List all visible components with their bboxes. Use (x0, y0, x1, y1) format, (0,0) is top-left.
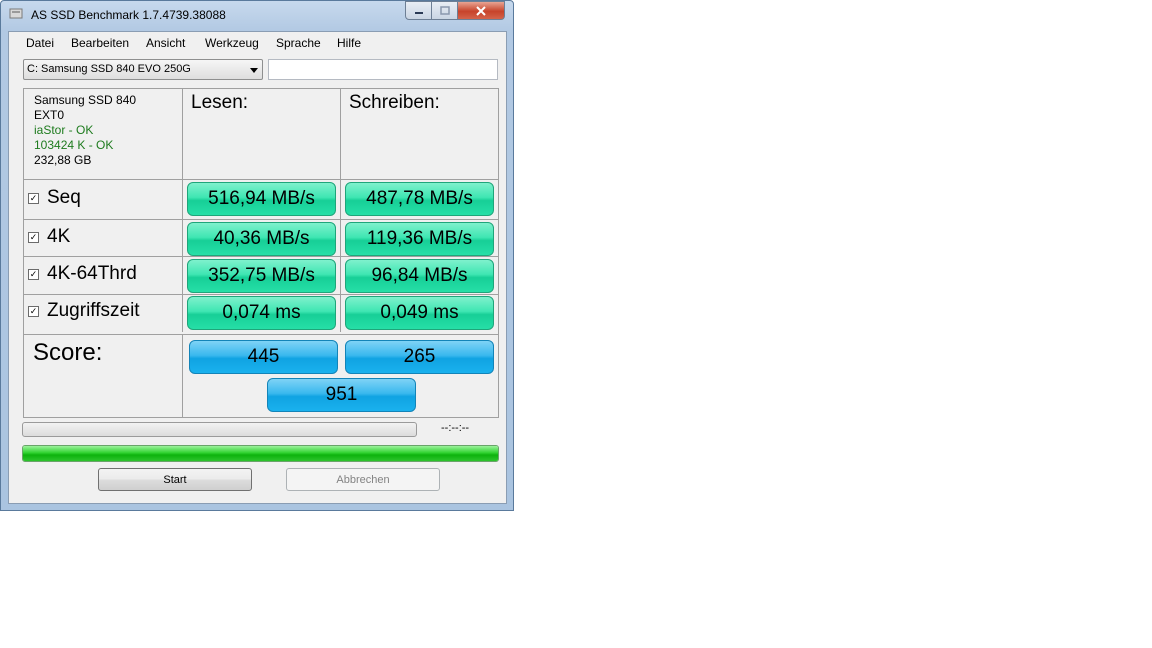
menu-bar: Datei Bearbeiten Ansicht Werkzeug Sprach… (9, 32, 506, 54)
row-seq-label: Seq (47, 187, 81, 208)
abort-button[interactable]: Abbrechen (286, 468, 440, 491)
info-field (268, 59, 498, 80)
test-progress-bar (22, 422, 417, 437)
row-4k-label: 4K (47, 226, 71, 247)
menu-sprache[interactable]: Sprache (276, 36, 321, 50)
app-window: AS SSD Benchmark 1.7.4739.38088 Datei Be… (0, 0, 514, 511)
row-4k-64thrd-label: 4K-64Thrd (47, 263, 137, 284)
4k-64thrd-read-result: 352,75 MB/s (187, 259, 336, 293)
write-column-header: Schreiben: (349, 92, 440, 113)
elapsed-timer: --:--:-- (441, 422, 470, 434)
drive-select[interactable]: C: Samsung SSD 840 EVO 250G (23, 59, 263, 80)
menu-ansicht[interactable]: Ansicht (146, 36, 185, 50)
seq-checkbox[interactable]: ✓ (28, 192, 39, 204)
drive-size: 232,88 GB (34, 153, 92, 167)
4k-write-result: 119,36 MB/s (345, 222, 494, 256)
row-access-time-label: Zugriffszeit (47, 300, 140, 321)
score-read: 445 (189, 340, 338, 374)
4k-64thrd-checkbox[interactable]: ✓ (28, 268, 39, 280)
driver-status: iaStor - OK (34, 123, 94, 137)
close-icon (476, 5, 486, 16)
close-button[interactable] (458, 1, 505, 20)
menu-datei[interactable]: Datei (26, 36, 54, 50)
score-label: Score: (33, 339, 103, 366)
client-area: Datei Bearbeiten Ansicht Werkzeug Sprach… (8, 31, 507, 504)
drive-select-value: C: Samsung SSD 840 EVO 250G (27, 63, 191, 75)
menu-bearbeiten[interactable]: Bearbeiten (71, 36, 129, 50)
access-time-checkbox[interactable]: ✓ (28, 305, 39, 317)
menu-hilfe[interactable]: Hilfe (337, 36, 361, 50)
row-access-time: ✓ Zugriffszeit (28, 300, 140, 322)
row-seq: ✓ Seq (28, 187, 81, 209)
seq-read-result: 516,94 MB/s (187, 182, 336, 216)
row-4k-64thrd: ✓ 4K-64Thrd (28, 263, 137, 285)
access-time-write-result: 0,049 ms (345, 296, 494, 330)
4k-checkbox[interactable]: ✓ (28, 231, 39, 243)
4k-64thrd-write-result: 96,84 MB/s (345, 259, 494, 293)
alignment-status: 103424 K - OK (34, 138, 114, 152)
score-write: 265 (345, 340, 494, 374)
minimize-icon (414, 11, 423, 14)
maximize-button[interactable] (432, 1, 458, 20)
read-column-header: Lesen: (191, 92, 249, 113)
window-title: AS SSD Benchmark 1.7.4739.38088 (31, 8, 226, 22)
menu-werkzeug[interactable]: Werkzeug (205, 36, 259, 50)
seq-write-result: 487,78 MB/s (345, 182, 494, 216)
app-icon (9, 8, 23, 19)
maximize-icon (439, 6, 450, 15)
drive-model: Samsung SSD 840 (34, 93, 137, 107)
minimize-button[interactable] (405, 1, 432, 20)
score-total: 951 (267, 378, 416, 412)
title-bar[interactable]: AS SSD Benchmark 1.7.4739.38088 (1, 1, 513, 29)
results-grid: Samsung SSD 840 EXT0 iaStor - OK 103424 … (23, 88, 499, 418)
start-button[interactable]: Start (98, 468, 252, 491)
drive-firmware: EXT0 (34, 108, 65, 122)
row-4k: ✓ 4K (28, 226, 70, 248)
access-time-read-result: 0,074 ms (187, 296, 336, 330)
drive-info: Samsung SSD 840 EXT0 iaStor - OK 103424 … (34, 93, 136, 168)
overall-progress-bar (22, 445, 499, 462)
overall-progress-fill (23, 446, 498, 461)
4k-read-result: 40,36 MB/s (187, 222, 336, 256)
chevron-down-icon (250, 68, 258, 73)
